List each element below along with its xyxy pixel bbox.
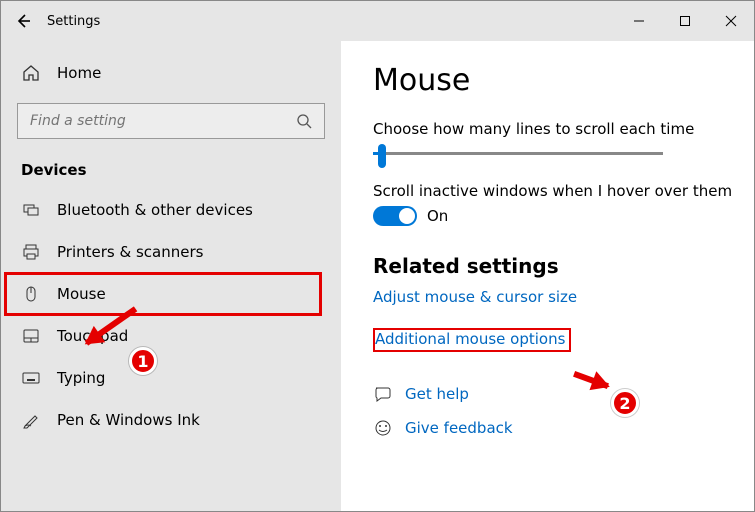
close-button[interactable]	[708, 1, 754, 41]
mouse-icon	[21, 284, 41, 304]
search-icon	[294, 111, 314, 131]
sidebar-item-typing[interactable]: Typing	[1, 357, 341, 399]
additional-mouse-options-link[interactable]: Additional mouse options	[373, 328, 571, 352]
sidebar-group-header: Devices	[1, 147, 341, 189]
titlebar: Settings	[1, 1, 754, 41]
scroll-inactive-toggle[interactable]	[373, 206, 417, 226]
touchpad-icon	[21, 326, 41, 346]
sidebar-item-pen[interactable]: Pen & Windows Ink	[1, 399, 341, 441]
window-title: Settings	[47, 14, 100, 29]
sidebar: Home Devices Bluetooth & other devices P…	[1, 41, 341, 511]
minimize-button[interactable]	[616, 1, 662, 41]
sidebar-item-mouse[interactable]: Mouse	[5, 273, 321, 315]
annotation-badge-1: 1	[129, 347, 157, 375]
search-input[interactable]	[17, 103, 325, 139]
content-pane: Mouse Choose how many lines to scroll ea…	[341, 41, 754, 511]
bluetooth-devices-icon	[21, 200, 41, 220]
get-help-link[interactable]: Get help	[405, 385, 469, 403]
slider-thumb[interactable]	[378, 144, 386, 168]
maximize-button[interactable]	[662, 1, 708, 41]
keyboard-icon	[21, 368, 41, 388]
printer-icon	[21, 242, 41, 262]
feedback-icon	[373, 418, 393, 438]
home-button[interactable]: Home	[1, 51, 341, 95]
back-button[interactable]	[13, 11, 33, 31]
toggle-state-label: On	[427, 207, 448, 225]
sidebar-item-label: Mouse	[57, 285, 106, 303]
scroll-inactive-label: Scroll inactive windows when I hover ove…	[373, 182, 754, 200]
page-title: Mouse	[373, 63, 754, 98]
scroll-lines-slider[interactable]	[373, 144, 663, 162]
scroll-lines-label: Choose how many lines to scroll each tim…	[373, 120, 754, 138]
sidebar-item-touchpad[interactable]: Touchpad	[1, 315, 341, 357]
pen-icon	[21, 410, 41, 430]
home-icon	[21, 63, 41, 83]
home-label: Home	[57, 64, 101, 82]
sidebar-item-label: Pen & Windows Ink	[57, 411, 200, 429]
annotation-badge-2: 2	[611, 389, 639, 417]
sidebar-item-printers[interactable]: Printers & scanners	[1, 231, 341, 273]
search-field[interactable]	[28, 112, 294, 130]
sidebar-item-label: Printers & scanners	[57, 243, 203, 261]
settings-window: ©TheGeekPage.com Settings Home	[0, 0, 755, 512]
related-settings-heading: Related settings	[373, 254, 754, 278]
sidebar-item-bluetooth[interactable]: Bluetooth & other devices	[1, 189, 341, 231]
sidebar-item-label: Typing	[57, 369, 105, 387]
give-feedback-link[interactable]: Give feedback	[405, 419, 513, 437]
adjust-mouse-link[interactable]: Adjust mouse & cursor size	[373, 288, 754, 306]
sidebar-item-label: Bluetooth & other devices	[57, 201, 253, 219]
help-icon	[373, 384, 393, 404]
